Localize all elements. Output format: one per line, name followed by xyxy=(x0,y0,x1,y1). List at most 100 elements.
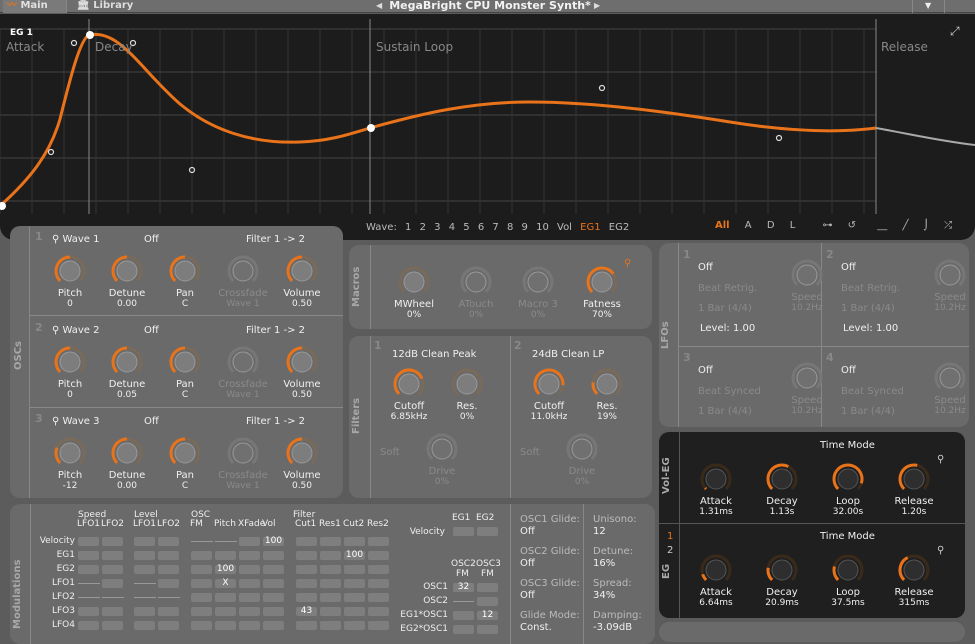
volume-knob[interactable] xyxy=(285,254,319,288)
cutoff-knob[interactable] xyxy=(532,367,566,401)
mod-cell[interactable] xyxy=(78,565,99,574)
mwheel-knob[interactable] xyxy=(397,265,431,299)
wave-source-3[interactable]: 3 xyxy=(434,222,440,233)
mod-cell[interactable] xyxy=(296,551,317,560)
filter-type-selector[interactable]: 12dB Clean Peak xyxy=(392,349,476,360)
lfo-state[interactable]: Off xyxy=(698,262,713,273)
mod-cell[interactable] xyxy=(102,607,123,616)
mod-cell[interactable] xyxy=(296,621,317,630)
wave-source-7[interactable]: 7 xyxy=(492,222,498,233)
mod-cell[interactable] xyxy=(320,551,341,560)
fatness-knob[interactable] xyxy=(585,265,619,299)
mod-cell[interactable] xyxy=(158,621,179,630)
eg-selector-1[interactable]: 1 xyxy=(667,531,673,542)
mod-cell[interactable] xyxy=(134,607,155,616)
mod-cell[interactable] xyxy=(215,607,236,616)
wave-source-eg2[interactable]: EG2 xyxy=(609,222,629,233)
lfo-mode[interactable]: Beat Synced xyxy=(841,386,904,397)
volume-knob[interactable] xyxy=(285,436,319,470)
osc-route[interactable]: Filter 1 -> 2 xyxy=(246,416,305,427)
mode-all[interactable]: All xyxy=(715,220,730,231)
wave-source-vol[interactable]: Vol xyxy=(557,222,572,233)
random-icon[interactable]: ⤮ xyxy=(944,220,952,231)
eg-time-mode[interactable]: Time Mode xyxy=(820,531,875,542)
loop-knob[interactable] xyxy=(831,553,865,587)
lfo-mode[interactable]: Beat Synced xyxy=(698,386,761,397)
cutoff-knob[interactable] xyxy=(392,367,426,401)
osc-route[interactable]: Filter 1 -> 2 xyxy=(246,325,305,336)
lfo-state[interactable]: Off xyxy=(841,365,856,376)
pan-knob[interactable] xyxy=(168,254,202,288)
mod-cell[interactable] xyxy=(134,537,155,546)
exp-curve-icon[interactable]: ⌡ xyxy=(924,220,929,231)
mod-cell[interactable] xyxy=(102,579,123,588)
loop-icon[interactable]: ↺ xyxy=(848,220,856,231)
mod-cell[interactable] xyxy=(158,551,179,560)
mod-cell[interactable] xyxy=(263,621,284,630)
mod-cell[interactable] xyxy=(191,579,212,588)
mod-cell[interactable] xyxy=(368,551,389,560)
mod-cell[interactable]: 100 xyxy=(263,537,284,546)
envelope-graph[interactable] xyxy=(0,14,975,214)
wave-source-eg1[interactable]: EG1 xyxy=(580,222,600,233)
lfo-mode[interactable]: Beat Retrig. xyxy=(841,283,900,294)
wave-source-4[interactable]: 4 xyxy=(449,222,455,233)
mode-l[interactable]: L xyxy=(790,220,796,231)
mod-cell[interactable] xyxy=(320,565,341,574)
mod-cell[interactable] xyxy=(320,593,341,602)
filter-soft-toggle[interactable]: Soft xyxy=(520,447,540,458)
attack-knob[interactable] xyxy=(699,462,733,496)
mod-cell[interactable] xyxy=(102,565,123,574)
pitch-knob[interactable] xyxy=(53,254,87,288)
mod-cell[interactable] xyxy=(239,537,260,546)
mode-d[interactable]: D xyxy=(767,220,775,231)
attack-knob[interactable] xyxy=(699,553,733,587)
mod-cell[interactable] xyxy=(320,621,341,630)
vol-eg-time-mode[interactable]: Time Mode xyxy=(820,440,875,451)
wave-source-5[interactable]: 5 xyxy=(463,222,469,233)
mod-cell[interactable] xyxy=(215,621,236,630)
eg-selector-2[interactable]: 2 xyxy=(667,545,673,556)
mod-cell[interactable] xyxy=(215,551,236,560)
osc-wave-selector[interactable]: ⚲ Wave 1 xyxy=(52,234,100,245)
mode-a[interactable]: A xyxy=(745,220,752,231)
mod-cell[interactable] xyxy=(344,621,365,630)
mod-cell[interactable] xyxy=(477,527,498,536)
mod-cell[interactable] xyxy=(215,593,236,602)
mod-cell[interactable] xyxy=(296,579,317,588)
next-preset-button[interactable]: ▶ xyxy=(594,0,600,11)
expand-icon[interactable]: ⤢ xyxy=(950,24,960,39)
mod-cell[interactable] xyxy=(320,607,341,616)
mod-cell[interactable]: 100 xyxy=(344,551,365,560)
mod-cell[interactable] xyxy=(296,565,317,574)
pan-knob[interactable] xyxy=(168,436,202,470)
mod-cell[interactable] xyxy=(191,551,212,560)
mod-cell[interactable] xyxy=(191,621,212,630)
tab-main[interactable]: 〰 Main xyxy=(3,0,67,13)
flat-curve-icon[interactable]: __ xyxy=(877,220,887,231)
osc-sync[interactable]: Off xyxy=(144,325,159,336)
mod-cell[interactable]: 12 xyxy=(477,611,498,620)
mod-cell[interactable] xyxy=(239,593,260,602)
mod-cell[interactable] xyxy=(191,607,212,616)
lfo-state[interactable]: Off xyxy=(841,262,856,273)
mod-cell[interactable] xyxy=(263,565,284,574)
wave-source-9[interactable]: 9 xyxy=(522,222,528,233)
mod-cell[interactable] xyxy=(78,537,99,546)
volume-knob[interactable] xyxy=(285,345,319,379)
glide-value[interactable]: Const. xyxy=(520,622,552,633)
menu-dropdown-button[interactable]: ▼ xyxy=(925,0,931,11)
tab-library[interactable]: 🏛 Library xyxy=(73,0,143,13)
decay-knob[interactable] xyxy=(765,553,799,587)
mod-cell[interactable] xyxy=(102,537,123,546)
glide-value[interactable]: Off xyxy=(520,558,535,569)
mod-cell[interactable]: 100 xyxy=(215,565,236,574)
lfo-level[interactable]: Level: 1.00 xyxy=(843,323,898,334)
mod-cell[interactable] xyxy=(78,621,99,630)
mod-cell[interactable] xyxy=(191,593,212,602)
unison-value[interactable]: -3.09dB xyxy=(593,622,632,633)
mod-cell[interactable] xyxy=(134,621,155,630)
osc-sync[interactable]: Off xyxy=(144,234,159,245)
mod-cell[interactable] xyxy=(296,537,317,546)
lfo-state[interactable]: Off xyxy=(698,365,713,376)
